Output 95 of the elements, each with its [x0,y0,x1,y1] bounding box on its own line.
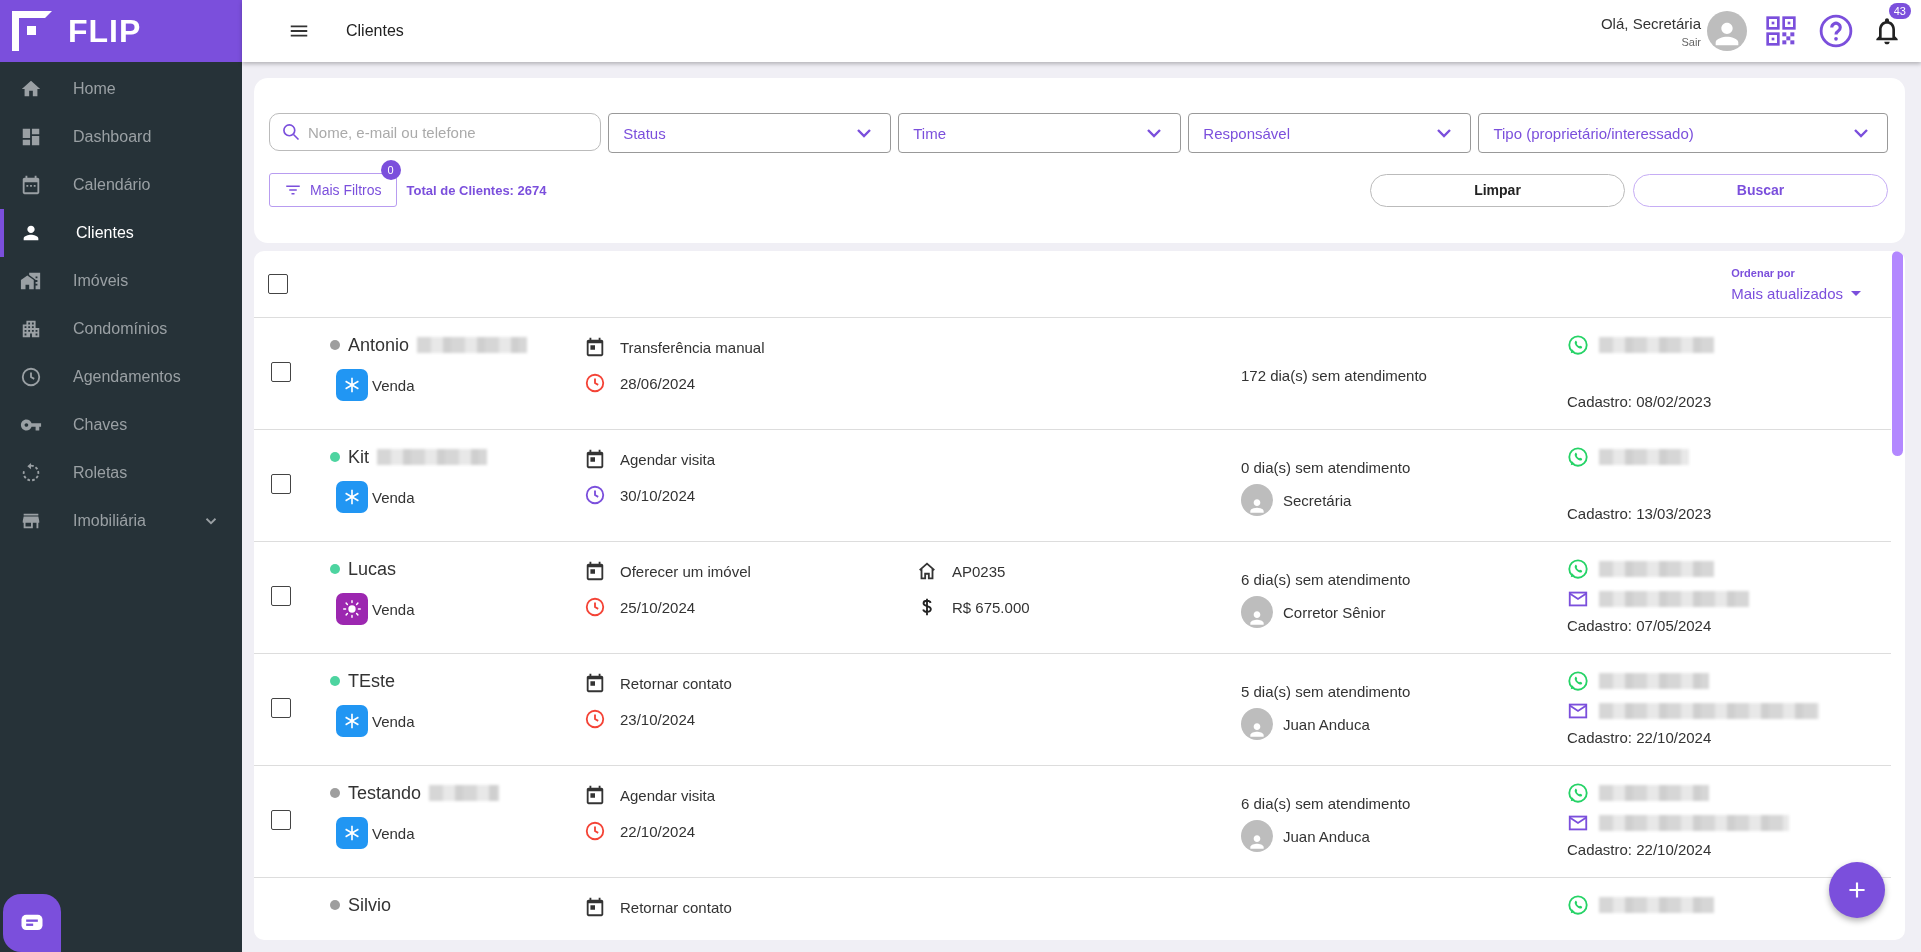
sidebar-item[interactable]: Chaves [0,401,242,449]
search-field[interactable]: Nome, e-mail ou telefone [269,113,602,151]
brand-name: FLIP [68,12,142,50]
agent-avatar-icon [1241,596,1273,628]
client-name[interactable]: Silvio [348,894,391,916]
calendar-icon [584,336,606,358]
calendar-icon [584,560,606,582]
sort-dropdown[interactable]: Mais atualizados [1731,284,1861,302]
greeting: Olá, Secretária [1600,14,1701,32]
clock-icon [20,366,42,388]
activity-date: 30/10/2024 [620,486,696,504]
qr-code-icon[interactable] [1765,15,1797,47]
search-button[interactable]: Buscar [1633,173,1888,207]
activity-date: 25/10/2024 [620,598,696,616]
activity: Agendar visita [620,450,716,468]
activity: Transferência manual [620,338,765,356]
days-without-contact: 5 dia(s) sem atendimento [1241,683,1412,700]
days-without-contact: 6 dia(s) sem atendimento [1241,571,1412,588]
building-icon [20,318,42,340]
deal-type: Venda [372,376,415,394]
activity-date: 22/10/2024 [620,822,696,840]
client-name[interactable]: TEste [348,670,395,692]
deal-type: Venda [372,712,415,730]
calendar-icon [584,896,606,918]
agent-avatar-icon [1241,820,1273,852]
select-field[interactable]: Responsável [1188,113,1472,153]
days-without-contact: 0 dia(s) sem atendimento [1241,459,1412,476]
registration-date: Cadastro: 08/02/2023 [1567,393,1713,410]
select-field[interactable]: Tipo (proprietário/interessado) [1478,113,1888,153]
client-name[interactable]: Kit [348,446,369,468]
registration-date: Cadastro: 07/05/2024 [1567,617,1713,634]
dashboard-icon [20,126,42,148]
agent-name: Secretária [1283,491,1352,509]
calendar-icon [584,784,606,806]
sidebar-item[interactable]: Imóveis [0,257,242,305]
more-filters-button[interactable]: Mais Filtros [269,173,397,207]
client-name[interactable]: Testando [348,782,422,804]
checkbox[interactable] [271,809,291,830]
caret-icon [1851,290,1861,296]
activity: Agendar visita [620,786,716,804]
checkbox[interactable] [271,361,291,382]
registration-date: Cadastro: 13/03/2023 [1567,505,1713,522]
notification-badge: 43 [1888,3,1911,19]
registration-date: Cadastro: 22/10/2024 [1567,729,1713,746]
sidebar-item[interactable]: Clientes [0,209,242,257]
agent-name: Juan Anduca [1283,827,1370,845]
activity-date: 28/06/2024 [620,374,696,392]
days-without-contact: 172 dia(s) sem atendimento [1241,367,1428,384]
house-icon [916,560,938,582]
deal-type: Venda [372,488,415,506]
agent-avatar-icon [1241,708,1273,740]
select-all-checkbox[interactable] [268,274,288,294]
logout-link[interactable]: Sair [1681,35,1701,48]
checkbox[interactable] [271,473,291,494]
activity-date: 23/10/2024 [620,710,696,728]
add-button[interactable] [1829,862,1885,918]
clear-button[interactable]: Limpar [1370,173,1625,207]
days-without-contact: 6 dia(s) sem atendimento [1241,795,1412,812]
agent-name: Corretor Sênior [1283,603,1386,621]
agent-name: Juan Anduca [1283,715,1370,733]
filter-count-badge: 0 [380,160,401,180]
agent-avatar-icon [1241,484,1273,516]
activity: Retornar contato [620,898,732,916]
deal-type: Venda [372,600,415,618]
client-name[interactable]: Antonio [348,334,410,356]
buildings-icon [20,270,42,292]
client-name[interactable]: Lucas [348,558,397,580]
select-field[interactable]: Time [898,113,1182,153]
activity: Retornar contato [620,674,732,692]
page-title: Clientes [346,22,405,40]
scrollbar[interactable] [1892,251,1903,456]
calendar-icon [584,448,606,470]
activity: Oferecer um imóvel [620,562,751,580]
sort-label: Ordenar por [1731,266,1795,279]
sidebar-item[interactable]: Agendamentos [0,353,242,401]
sidebar-item[interactable]: Dashboard [0,113,242,161]
select-field[interactable]: Status [608,113,892,153]
rotate-icon [20,462,42,484]
registration-date: Cadastro: 22/10/2024 [1567,841,1713,858]
sidebar-item[interactable]: Roletas [0,449,242,497]
property-price: R$ 675.000 [952,598,1030,616]
sidebar-item[interactable]: Home [0,65,242,113]
property-code: AP0235 [952,562,1006,580]
sidebar-item[interactable]: Calendário [0,161,242,209]
calendar-icon [20,174,42,196]
total-clients: Total de Clientes: 2674 [406,182,548,198]
calendar-icon [584,672,606,694]
deal-type: Venda [372,824,415,842]
chat-button[interactable] [3,894,61,952]
flip-logo-icon [12,11,52,51]
checkbox[interactable] [271,697,291,718]
checkbox[interactable] [271,585,291,606]
sidebar-item[interactable]: Condomínios [0,305,242,353]
help-icon[interactable] [1819,14,1853,48]
sidebar-item[interactable]: Imobiliária [0,497,242,545]
